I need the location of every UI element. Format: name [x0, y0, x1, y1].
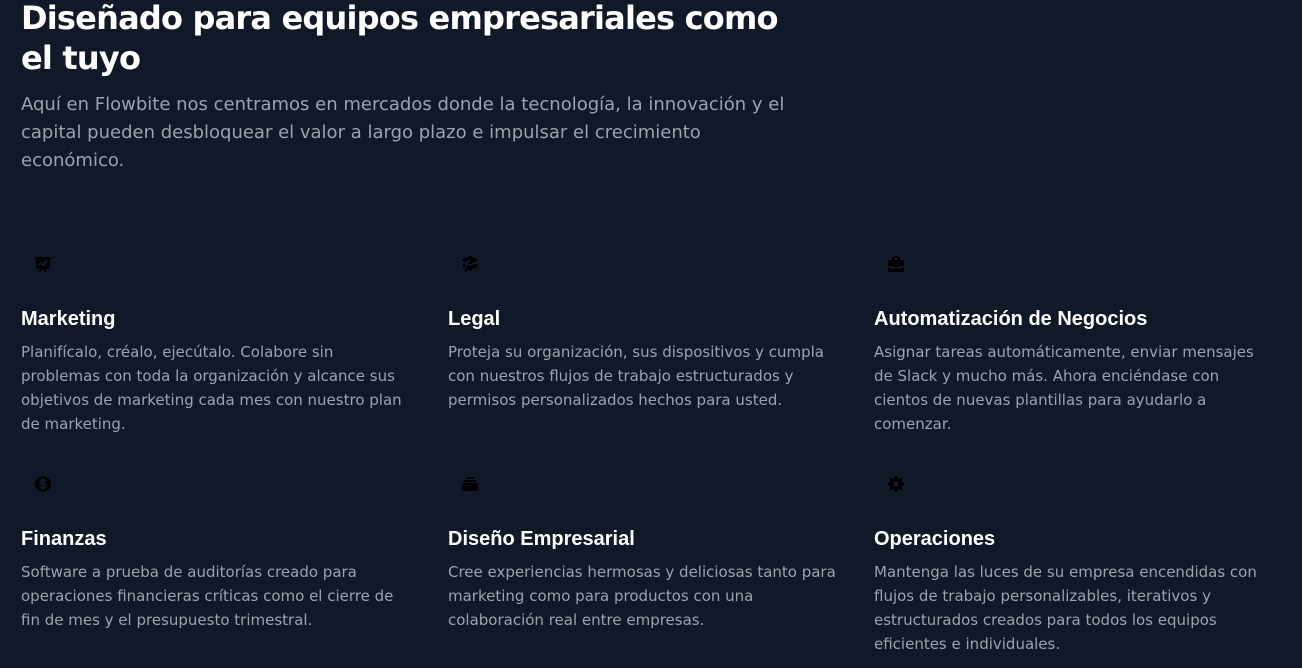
- feature-description: Asignar tareas automáticamente, enviar m…: [874, 343, 1254, 433]
- feature-legal: Legal Proteja su organización, sus dispo…: [446, 248, 838, 409]
- feature-title: Diseño Empresarial: [448, 528, 635, 550]
- feature-title: Finanzas: [21, 528, 107, 550]
- page-title: Diseñado para equipos empresariales como…: [21, 0, 779, 77]
- feature-title: Marketing: [21, 308, 116, 330]
- page-description: Aquí en Flowbite nos centramos en mercad…: [21, 94, 785, 171]
- collection-stack-icon: [446, 468, 494, 500]
- briefcase-icon: [872, 248, 920, 280]
- feature-title: Automatización de Negocios: [874, 308, 1148, 330]
- feature-operations: Operaciones Mantenga las luces de su emp…: [872, 468, 1264, 653]
- feature-description: Software a prueba de auditorías creado p…: [21, 563, 394, 629]
- cog-icon: [872, 468, 920, 500]
- feature-enterprise-design: Diseño Empresarial Cree experiencias her…: [446, 468, 838, 629]
- feature-description: Proteja su organización, sus dispositivo…: [448, 343, 824, 409]
- feature-marketing: Marketing Planifícalo, créalo, ejecútalo…: [19, 248, 411, 433]
- feature-business-automation: Automatización de Negocios Asignar tarea…: [872, 248, 1264, 433]
- feature-title: Legal: [448, 308, 501, 330]
- feature-description: Mantenga las luces de su empresa encendi…: [874, 563, 1257, 653]
- hero-section: Diseñado para equipos empresariales como…: [21, 0, 801, 171]
- presentation-chart-icon: [19, 248, 67, 280]
- feature-finance: Finanzas Software a prueba de auditorías…: [19, 468, 411, 629]
- feature-description: Planifícalo, créalo, ejecútalo. Colabore…: [21, 343, 402, 433]
- feature-title: Operaciones: [874, 528, 996, 550]
- feature-description: Cree experiencias hermosas y deliciosas …: [448, 563, 836, 629]
- graduation-cap-icon: [446, 248, 494, 280]
- currency-dollar-icon: [19, 468, 67, 500]
